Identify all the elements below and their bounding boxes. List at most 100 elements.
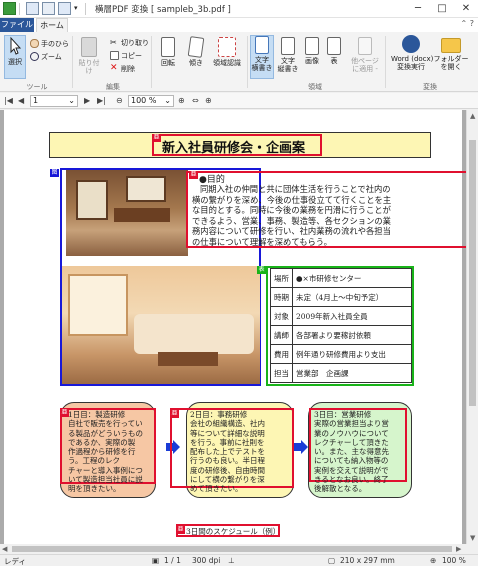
previous-page-icon[interactable]: ◀ [18, 96, 24, 105]
zoom-in-icon[interactable]: ⊕ [178, 96, 185, 105]
document-view[interactable]: 亜 新入社員研修会・企画案 图 亜 ●目的 同期入社の仲間と共に団体生活を行うこ… [0, 110, 466, 544]
table-row-value: 未定（4月上〜中旬予定） [292, 287, 412, 307]
paper-icon: ▢ [328, 556, 336, 565]
apply-other-pages-button[interactable]: 他ページ に適用 - [350, 37, 380, 79]
clipboard-icon [81, 37, 97, 57]
day-text-line: 行うのも良い。半日程 [190, 456, 265, 466]
open-folder-button[interactable]: フォルダー を開く [433, 35, 469, 79]
last-page-icon[interactable]: ▶| [97, 96, 106, 105]
paste-button[interactable]: 貼り付け [76, 37, 102, 79]
day-text-line: 作過程から研修を行 [68, 447, 136, 457]
open-file-icon[interactable] [26, 2, 39, 15]
zoom-out-icon[interactable]: ⊖ [116, 96, 123, 105]
copy-label: コピー [121, 51, 142, 60]
scroll-right-icon[interactable]: ▶ [456, 545, 461, 553]
text-vertical-label: 文字 縦書き [277, 57, 299, 73]
close-button[interactable]: ✕ [455, 0, 477, 18]
copy-button[interactable]: コピー [110, 50, 142, 61]
divider [19, 2, 20, 15]
word-convert-button[interactable]: Word (docx) 変換実行 [391, 35, 434, 79]
minimize-button[interactable]: ─ [407, 0, 429, 18]
magnifier-icon [30, 52, 39, 61]
pages-icon [358, 37, 372, 55]
image-icon [305, 37, 319, 55]
window-shape [68, 274, 128, 336]
table-row-label: 費用 [270, 344, 293, 364]
room-photo-2 [62, 266, 260, 384]
tab-file[interactable]: ファイル [0, 18, 34, 32]
image-area-button[interactable]: 画像 [302, 37, 322, 79]
scroll-down-icon[interactable]: ▼ [470, 534, 475, 542]
day-text-line: レクチャーして頂きた [314, 437, 389, 447]
scroll-up-icon[interactable]: ▲ [470, 112, 475, 120]
table-label: 表 [330, 57, 338, 65]
tab-home[interactable]: ホーム [36, 18, 68, 32]
table-row: 費用 例年通り研修費用より支出 [270, 344, 412, 364]
day-text-line: 度の研修後、自由時間 [190, 465, 265, 475]
day-text-line: 等について詳細な説明 [190, 428, 265, 438]
horizontal-scroll-thumb[interactable] [12, 546, 452, 552]
text-horizontal-label: 文字 横書き [251, 56, 273, 72]
cut-button[interactable]: ✂ 切り取り [110, 37, 149, 48]
window-shape [76, 180, 108, 220]
table-row-value: 例年通り研修費用より支出 [292, 344, 412, 364]
table-row: 講師 各部署より要稼討依頼 [270, 325, 412, 345]
edit-group-label: 編集 [106, 83, 120, 91]
tilt-label: 傾き [189, 59, 203, 67]
fit-page-icon[interactable]: ⊕ [205, 96, 212, 105]
text-vertical-icon [281, 37, 295, 55]
day-text-line: にして横の繋がりを深 [190, 475, 265, 485]
status-page: 1 / 1 [164, 556, 181, 565]
zoom-select[interactable]: 100 % ⌄ [128, 95, 174, 107]
status-dpi: 300 dpi [192, 556, 221, 565]
hand-tool-button[interactable]: 手のひら [30, 38, 69, 49]
room-photo-1 [66, 170, 188, 256]
hand-label: 手のひら [41, 39, 69, 48]
paste-label: 貼り付け [78, 59, 100, 75]
pdf-page: 亜 新入社員研修会・企画案 图 亜 ●目的 同期入社の仲間と共に団体生活を行うこ… [4, 110, 466, 544]
ribbon-help-icon[interactable]: ⌃ ? [461, 19, 475, 28]
quick-access-dropdown-icon[interactable]: ▾ [74, 2, 82, 15]
vertical-scroll-thumb[interactable] [469, 140, 476, 406]
word-convert-label: Word (docx) 変換実行 [391, 55, 434, 71]
view-icon[interactable] [58, 2, 71, 15]
folder-icon [441, 38, 461, 53]
day-text-line: チャーと導入事例につ [68, 465, 143, 475]
vertical-scrollbar[interactable]: ▲ ▼ [466, 110, 478, 544]
scroll-left-icon[interactable]: ◀ [2, 545, 7, 553]
area-recognition-label: 領域認識 [213, 59, 241, 67]
delete-button[interactable]: ✕ 削除 [110, 63, 135, 74]
day-text-line: 明を頂きたい。 [68, 484, 121, 494]
navigation-bar: |◀ ◀ 1 ⌄ ▶ ▶| ⊖ 100 % ⌄ ⊕ ⇔ ⊕ [0, 93, 478, 109]
zoom-label: ズーム [41, 52, 62, 61]
table-area-button[interactable]: 表 [324, 37, 344, 79]
day-text-line: 会社の組織構造、社内 [190, 419, 265, 429]
text-area-tag: 亜 [176, 526, 185, 534]
text-area-tag: 亜 [152, 134, 161, 142]
horizontal-scrollbar[interactable]: ◀ ▶ [0, 544, 466, 554]
zoom-tool-button[interactable]: ズーム [30, 51, 62, 62]
page-number-select[interactable]: 1 ⌄ [30, 95, 78, 107]
next-page-icon[interactable]: ▶ [84, 96, 90, 105]
app-icon [3, 2, 16, 15]
text-area-tag: 亜 [170, 410, 179, 418]
fit-width-icon[interactable]: ⇔ [192, 96, 199, 105]
table-row-label: 場所 [270, 268, 293, 288]
tilt-button[interactable]: 傾き [183, 36, 209, 79]
hand-icon [30, 39, 39, 48]
day-text-line: を行う。事前に社則を [190, 437, 265, 447]
table-row-label: 対象 [270, 306, 293, 326]
day-text-line: 実際の営業担当より営 [314, 419, 389, 429]
rotate-button[interactable]: 回転 [155, 37, 181, 79]
text-vertical-button[interactable]: 文字 縦書き [276, 37, 300, 79]
save-icon[interactable] [42, 2, 55, 15]
text-horizontal-button[interactable]: 文字 横書き [250, 35, 274, 79]
table-row: 担当 営業部 企画課 [270, 363, 412, 383]
area-recognition-button[interactable]: 領域認識 [211, 37, 243, 79]
select-button[interactable]: 選択 [4, 35, 26, 79]
group-divider [247, 36, 248, 88]
first-page-icon[interactable]: |◀ [4, 96, 13, 105]
maximize-button[interactable]: □ [431, 0, 453, 18]
divider [85, 2, 86, 15]
group-divider [72, 36, 73, 88]
